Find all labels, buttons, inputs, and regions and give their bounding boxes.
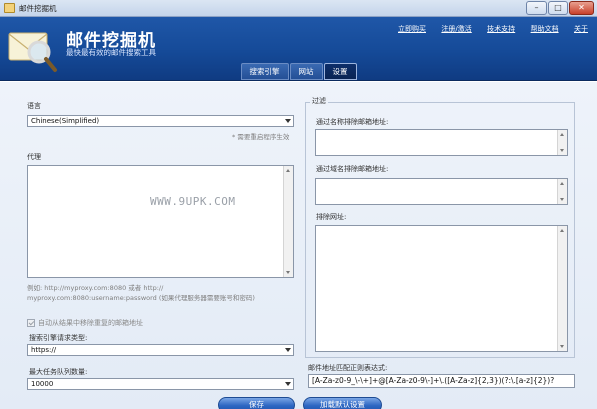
tab-search-engine[interactable]: 搜索引擎: [240, 63, 289, 80]
save-button[interactable]: 保存: [218, 397, 295, 409]
scroll-up-icon: [286, 169, 290, 172]
proxy-scrollbar[interactable]: [283, 166, 293, 277]
scroll-down-icon: [560, 198, 564, 201]
app-tagline: 最快最有效的邮件搜索工具: [66, 48, 156, 57]
link-about[interactable]: 关于: [574, 24, 588, 34]
proxy-textarea[interactable]: [27, 165, 294, 278]
window-titlebar: 邮件挖掘机 – □ ✕: [0, 0, 597, 17]
close-button[interactable]: ✕: [569, 1, 594, 15]
language-select[interactable]: Chinese(Simplified): [27, 115, 294, 127]
chevron-down-icon: [285, 348, 291, 352]
scroll-down-icon: [560, 345, 564, 348]
link-register[interactable]: 注册/激活: [441, 24, 471, 34]
proxy-example-line-2: myproxy.com:8080:username:password (如果代理…: [27, 294, 255, 302]
exclude-name-scrollbar[interactable]: [557, 130, 567, 155]
language-select-value: Chinese(Simplified): [31, 117, 100, 125]
language-label: 语言: [27, 102, 41, 110]
proxy-example: 例如: http://myproxy.com:8080 或者 http:// m…: [27, 283, 297, 303]
exclude-by-name-label: 通过名称排除邮箱地址:: [316, 118, 389, 126]
exclude-by-name-textarea[interactable]: [315, 129, 568, 156]
window-title: 邮件挖掘机: [19, 4, 57, 13]
scroll-up-icon: [560, 229, 564, 232]
tab-website[interactable]: 网站: [289, 63, 323, 80]
tab-settings[interactable]: 设置: [323, 63, 357, 80]
regex-label: 邮件地址匹配正则表达式:: [308, 364, 388, 372]
exclude-by-domain-textarea[interactable]: [315, 178, 568, 205]
scroll-down-icon: [560, 149, 564, 152]
watermark-text: WWW.9UPK.COM: [150, 195, 236, 208]
max-tasks-label: 最大任务队列数量:: [29, 368, 88, 376]
auto-remove-label: 自动从结果中移除重复的邮箱地址: [38, 319, 143, 327]
restart-note: * 需要重启程序生效: [232, 133, 290, 141]
minimize-button[interactable]: –: [526, 1, 547, 15]
request-type-value: https://: [31, 346, 57, 354]
exclude-urls-label: 排除网址:: [316, 213, 347, 221]
proxy-label: 代理: [27, 153, 41, 161]
request-type-label: 搜索引擎请求类型:: [29, 334, 88, 342]
request-type-select[interactable]: https://: [27, 344, 294, 356]
header-links: 立即购买 注册/激活 技术支持 帮助文档 关于: [398, 24, 588, 34]
load-defaults-button[interactable]: 加载默认设置: [303, 397, 382, 409]
max-tasks-value: 10000: [31, 380, 54, 388]
exclude-urls-scrollbar[interactable]: [557, 226, 567, 351]
exclude-by-domain-label: 通过域名排除邮箱地址:: [316, 165, 389, 173]
link-buy-now[interactable]: 立即购买: [398, 24, 426, 34]
scroll-down-icon: [286, 271, 290, 274]
maximize-button[interactable]: □: [548, 1, 568, 15]
scroll-up-icon: [560, 133, 564, 136]
chevron-down-icon: [285, 119, 291, 123]
scroll-up-icon: [560, 182, 564, 185]
max-tasks-select[interactable]: 10000: [27, 378, 294, 390]
app-icon: [4, 3, 15, 13]
exclude-domain-scrollbar[interactable]: [557, 179, 567, 204]
link-support[interactable]: 技术支持: [487, 24, 515, 34]
tab-bar: 搜索引擎 网站 设置: [0, 62, 597, 81]
regex-input[interactable]: [A-Za-z0-9_\-\+]+@[A-Za-z0-9\-]+\.([A-Za…: [308, 374, 575, 388]
proxy-example-line-1: 例如: http://myproxy.com:8080 或者 http://: [27, 284, 164, 292]
exclude-urls-textarea[interactable]: [315, 225, 568, 352]
chevron-down-icon: [285, 382, 291, 386]
link-help[interactable]: 帮助文档: [531, 24, 559, 34]
settings-panel: 语言 Chinese(Simplified) * 需要重启程序生效 代理 WWW…: [0, 82, 597, 409]
filter-legend: 过滤: [310, 96, 328, 106]
auto-remove-checkbox[interactable]: [27, 319, 35, 327]
